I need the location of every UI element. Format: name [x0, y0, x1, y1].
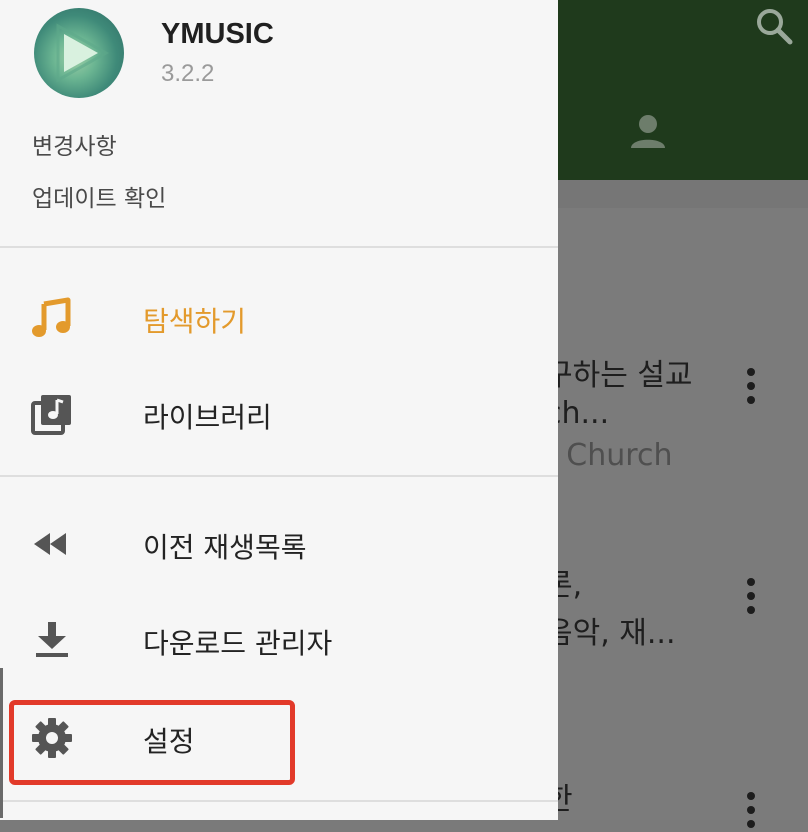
- app-logo: [34, 8, 124, 98]
- divider: [0, 800, 558, 802]
- more-options-icon[interactable]: [738, 368, 764, 408]
- nav-item-explore[interactable]: 탐색하기: [0, 282, 558, 352]
- changelog-link[interactable]: 변경사항: [32, 127, 117, 161]
- navigation-drawer: YMUSIC 3.2.2 변경사항 업데이트 확인 탐색하기 라이브러리 이전 …: [0, 0, 558, 820]
- download-icon: [30, 618, 74, 662]
- app-name: YMUSIC: [161, 18, 274, 50]
- nav-item-download-manager[interactable]: 다운로드 관리자: [0, 604, 558, 674]
- nav-item-previous-playlist[interactable]: 이전 재생목록: [0, 508, 558, 578]
- list-item-title: 음악, 재...: [545, 616, 676, 651]
- check-update-link[interactable]: 업데이트 확인: [32, 179, 166, 213]
- more-options-icon[interactable]: [738, 578, 764, 618]
- nav-item-label: 이전 재생목록: [143, 531, 307, 564]
- nav-item-label: 탐색하기: [143, 305, 247, 338]
- library-music-icon: [30, 392, 74, 436]
- more-options-icon[interactable]: [738, 792, 764, 832]
- settings-highlight-annotation: [9, 700, 295, 785]
- list-item-subtitle: t Church: [545, 438, 673, 473]
- divider: [0, 475, 558, 477]
- list-item-title: 구하는 설교: [545, 358, 693, 393]
- screen-edge: [0, 668, 3, 818]
- music-note-icon: [30, 296, 74, 340]
- nav-item-label: 라이브러리: [143, 401, 272, 434]
- account-icon[interactable]: [628, 112, 668, 152]
- app-version: 3.2.2: [161, 60, 215, 87]
- nav-item-library[interactable]: 라이브러리: [0, 378, 558, 448]
- divider: [0, 246, 558, 248]
- search-icon[interactable]: [754, 6, 794, 46]
- nav-item-label: 다운로드 관리자: [143, 627, 333, 660]
- rewind-icon: [30, 522, 74, 566]
